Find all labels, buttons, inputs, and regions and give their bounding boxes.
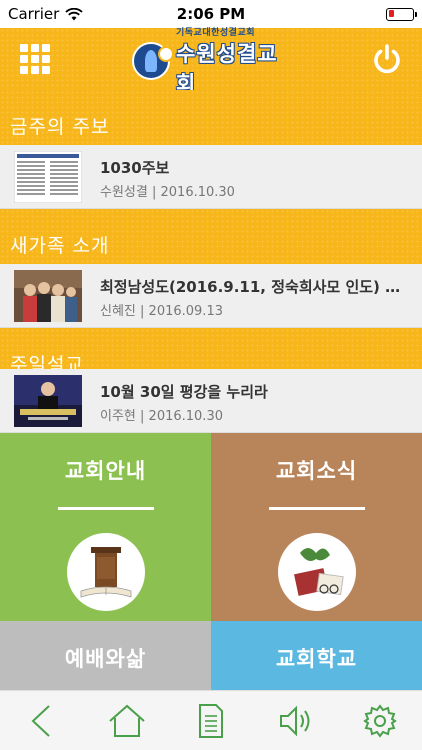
tile-label: 교회소식 xyxy=(275,459,358,483)
item-meta: 이주현 | 2016.10.30 xyxy=(100,409,223,424)
section-title: 새가족 소개 xyxy=(10,235,110,257)
tile-label: 예배와삶 xyxy=(64,647,147,671)
item-meta: 신혜진 | 2016.09.13 xyxy=(100,304,223,319)
home-button[interactable] xyxy=(102,696,152,746)
home-icon xyxy=(108,704,145,737)
section-bulletin: 금주의 주보 xyxy=(0,90,422,145)
tile-church-school[interactable]: 교회학교 xyxy=(211,621,422,690)
tile-divider xyxy=(57,507,154,510)
document-button[interactable] xyxy=(186,696,236,746)
tile-church-guide[interactable]: 교회안내 xyxy=(0,433,211,621)
battery-icon xyxy=(386,7,417,21)
power-icon[interactable] xyxy=(370,42,404,76)
list-item-sermon[interactable]: 10월 30일 평강을 누리라 이주현 | 2016.10.30 xyxy=(0,369,422,433)
back-icon xyxy=(31,704,50,737)
settings-button[interactable] xyxy=(355,696,405,746)
audio-button[interactable] xyxy=(270,696,320,746)
item-title: 1030주보 xyxy=(100,159,170,177)
bulletin-thumbnail xyxy=(14,151,82,203)
section-new-family: 새가족 소개 xyxy=(0,209,422,264)
clock: 2:06 PM xyxy=(176,5,246,23)
section-title: 금주의 주보 xyxy=(10,116,110,138)
tile-label: 교회학교 xyxy=(275,647,358,671)
item-meta: 수원성결 | 2016.10.30 xyxy=(100,185,235,200)
church-emblem-icon xyxy=(132,42,172,80)
bottom-toolbar xyxy=(0,690,422,750)
tile-divider xyxy=(268,507,365,510)
new-family-photo xyxy=(14,270,82,322)
sermon-thumbnail xyxy=(14,375,82,427)
list-item-new-family[interactable]: 최정남성도(2016.9.11, 정숙희사모 인도) 외 3명 신혜진 | 20… xyxy=(0,264,422,328)
item-title: 최정남성도(2016.9.11, 정숙희사모 인도) 외 3명 xyxy=(100,278,404,296)
menu-grid-button[interactable] xyxy=(20,44,50,74)
item-author: 이주현 xyxy=(100,409,136,424)
speaker-icon xyxy=(280,705,310,736)
item-title: 10월 30일 평강을 누리라 xyxy=(100,383,268,401)
document-icon xyxy=(198,703,223,738)
item-author: 수원성결 xyxy=(100,185,148,200)
tile-church-news[interactable]: 교회소식 xyxy=(211,433,422,621)
pulpit-icon xyxy=(66,533,145,611)
wifi-icon xyxy=(65,7,83,20)
logo-subtitle: 기독교대한성결교회 xyxy=(176,27,256,38)
church-logo[interactable]: 기독교대한성결교회 수원성결교회 xyxy=(132,28,297,96)
item-date: 2016.09.13 xyxy=(148,304,223,319)
tile-label: 교회안내 xyxy=(64,459,147,483)
back-button[interactable] xyxy=(17,696,67,746)
item-author: 신혜진 xyxy=(100,304,136,319)
carrier-label: Carrier xyxy=(8,5,60,23)
list-item-bulletin[interactable]: 1030주보 수원성결 | 2016.10.30 xyxy=(0,145,422,209)
news-icon xyxy=(277,533,356,611)
settings-icon xyxy=(362,703,397,738)
item-date: 2016.10.30 xyxy=(148,409,223,424)
item-date: 2016.10.30 xyxy=(160,185,235,200)
app-header: 기독교대한성결교회 수원성결교회 xyxy=(0,28,422,96)
tile-worship-life[interactable]: 예배와삶 xyxy=(0,621,211,690)
logo-title: 수원성결교회 xyxy=(176,41,278,96)
